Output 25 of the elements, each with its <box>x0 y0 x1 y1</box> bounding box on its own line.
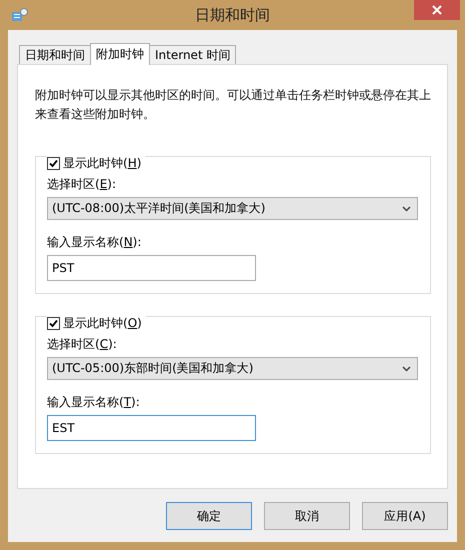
checkbox-label: 显示此时钟(H) <box>63 155 142 172</box>
chevron-down-icon <box>402 366 411 372</box>
timezone-dropdown[interactable]: (UTC-05:00)东部时间(美国和加拿大) <box>47 357 418 380</box>
dialog-button[interactable]: 应用(A) <box>362 502 448 530</box>
input-field[interactable]: EST <box>47 415 256 441</box>
checkbox[interactable] <box>47 317 60 330</box>
tab[interactable]: Internet 时间 <box>149 45 236 64</box>
checkbox[interactable] <box>47 157 60 170</box>
field-label: 输入显示名称(T): <box>47 395 140 409</box>
dialog-button[interactable]: 取消 <box>264 502 350 530</box>
field-label: 选择时区(E): <box>47 177 116 191</box>
field-label: 输入显示名称(N): <box>47 235 142 249</box>
close-button[interactable] <box>414 0 460 20</box>
field-label: 选择时区(C): <box>47 337 117 351</box>
clock-icon <box>12 8 28 22</box>
description: 附加时钟可以显示其他时区的时间。可以通过单击任务栏时钟或悬停在其上来查看这些附加时钟。 <box>35 87 431 123</box>
close-icon <box>432 5 442 15</box>
dialog-button[interactable]: 确定 <box>166 502 252 530</box>
tab[interactable]: 附加时钟 <box>90 43 150 65</box>
timezone-dropdown[interactable]: (UTC-08:00)太平洋时间(美国和加拿大) <box>47 197 418 220</box>
chevron-down-icon <box>402 206 411 212</box>
window-title: 日期和时间 <box>195 6 270 24</box>
tab[interactable]: 日期和时间 <box>19 45 91 64</box>
input-field[interactable]: PST <box>47 255 256 281</box>
checkbox-label: 显示此时钟(O) <box>63 315 142 332</box>
